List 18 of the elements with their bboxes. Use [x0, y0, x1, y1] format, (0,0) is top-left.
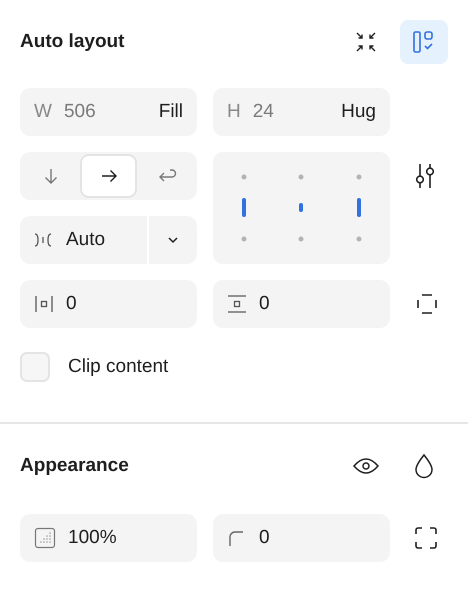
gap-input[interactable]: Auto [20, 216, 147, 264]
section-title: Appearance [20, 455, 129, 477]
section-title: Auto layout [20, 31, 124, 53]
horizontal-padding-field[interactable]: 0 [20, 280, 197, 328]
clip-content-label: Clip content [68, 356, 168, 378]
corner-radius-field[interactable]: 0 [213, 514, 390, 562]
opacity-icon [34, 527, 56, 549]
height-field[interactable]: H 24 Hug [213, 88, 390, 136]
vertical-padding-icon [227, 294, 247, 314]
clip-content-checkbox[interactable] [20, 352, 50, 382]
horizontal-padding-icon [34, 294, 54, 314]
width-field[interactable]: W 506 Fill [20, 88, 197, 136]
caret-icon [167, 236, 179, 244]
vertical-padding-field[interactable]: 0 [213, 280, 390, 328]
spacing-icon [34, 232, 52, 248]
layout-suggestion-icon[interactable] [400, 20, 448, 64]
direction-button[interactable] [80, 154, 138, 198]
opacity-field[interactable]: 100% [20, 514, 197, 562]
